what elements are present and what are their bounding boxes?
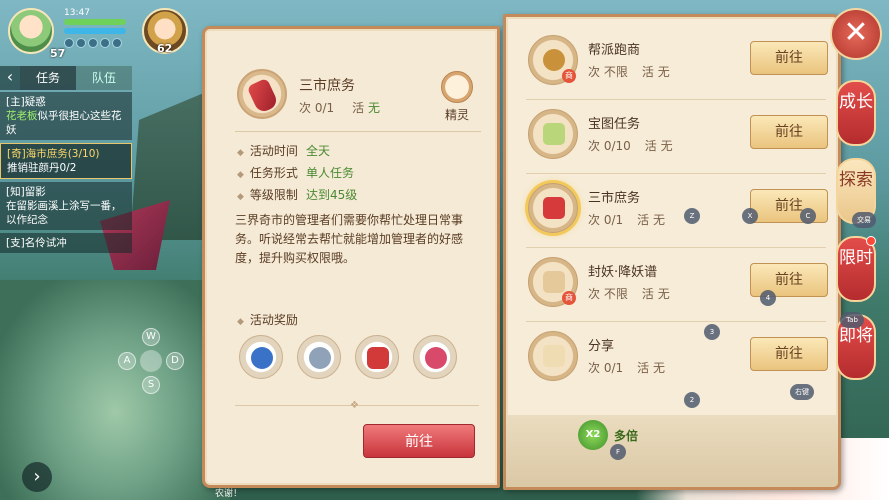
- quest-list: [主]疑惑 花老板似乎很担心这些花妖 [奇]海市庶务(3/10) 推销驻颜丹0/…: [0, 92, 132, 256]
- task-row[interactable]: 商 帮派跑商 次 不限活 无 前往: [516, 27, 832, 97]
- reward-item-icon[interactable]: [239, 335, 283, 379]
- attr-row: ◆ 活动时间 全天: [237, 144, 330, 158]
- close-icon[interactable]: ✕: [830, 8, 882, 60]
- player-level: 57: [50, 47, 66, 60]
- movement-dpad[interactable]: W A D S: [118, 328, 184, 394]
- activity-icon: [237, 69, 287, 119]
- divider: [526, 321, 826, 322]
- key-hint: 3: [704, 324, 720, 340]
- divider: [526, 99, 826, 100]
- divider: [526, 173, 826, 174]
- go-button[interactable]: 前往: [363, 424, 475, 458]
- hp-bar: [64, 19, 126, 25]
- key-hint: 4: [760, 290, 776, 306]
- multiplier-label: 多倍: [614, 429, 639, 443]
- activity-description: 三界奇市的管理者们需要你帮忙处理日常事务。听说经常去帮忙就能增加管理者的好感度，…: [235, 213, 464, 265]
- diamond-icon: ◆: [237, 192, 244, 202]
- diamond-icon: ◆: [237, 170, 244, 180]
- side-tab-growth[interactable]: 成长: [836, 80, 876, 146]
- expand-arrow-icon[interactable]: ›: [22, 462, 52, 492]
- multiplier-bar: [506, 415, 838, 487]
- key-hint: 交易: [852, 212, 876, 228]
- go-button[interactable]: 前往: [750, 41, 828, 75]
- pet-level: 62: [157, 42, 173, 55]
- quest-tabs: ‹ 任务 队伍: [0, 66, 132, 90]
- clock: 13:47: [64, 8, 90, 18]
- diamond-icon: ◆: [237, 148, 244, 158]
- task-row[interactable]: 宝图任务 次 0/10 活 无 前往: [516, 101, 832, 171]
- attr-row: ◆ 任务形式 单人任务: [237, 166, 354, 180]
- spirit-icon: [441, 71, 473, 103]
- tab-task[interactable]: 任务: [20, 66, 76, 90]
- buff-dots: [64, 38, 122, 48]
- dpad-up[interactable]: W: [142, 328, 160, 346]
- player-avatar[interactable]: [8, 8, 54, 54]
- task-row[interactable]: 商 封妖·降妖谱 次 不限活 无 前往: [516, 249, 832, 319]
- key-hint: 2: [684, 392, 700, 408]
- reward-item-icon[interactable]: [297, 335, 341, 379]
- collapse-arrow-icon[interactable]: ‹: [0, 66, 20, 90]
- activity-attributes: ◆ 活动时间 全天 ◆ 任务形式 单人任务 ◆ 等级限制 达到45级: [237, 141, 357, 207]
- tab-team[interactable]: 队伍: [76, 66, 132, 90]
- task-row[interactable]: 分享 次 0/1 活 无 前往: [516, 323, 832, 393]
- key-hint: Tab: [840, 312, 864, 328]
- divider: [235, 131, 481, 132]
- activity-detail-panel: 三市庶务 次 0/1 活 无 精灵 ◆ 活动时间 全天 ◆ 任务形式 单人任务 ◆ 等级限制…: [202, 26, 500, 488]
- share-scroll-icon: [528, 331, 578, 381]
- task-row-selected[interactable]: 三市庶务 次 0/1 活 无 前往: [516, 175, 832, 245]
- reward-item-icon[interactable]: [413, 335, 457, 379]
- attr-row: ◆ 等级限制 达到45级: [237, 188, 358, 202]
- pouch-icon: [528, 183, 578, 233]
- activity-meta: 次 0/1 活 无: [299, 101, 381, 115]
- badge: 商: [562, 69, 576, 83]
- reward-list: [239, 335, 457, 379]
- dpad-left[interactable]: A: [118, 352, 136, 370]
- key-hint: C: [800, 208, 816, 224]
- diamond-icon: ◆: [237, 317, 244, 327]
- quest-item[interactable]: [知]留影 在留影画溪上涂写一番，以作纪念: [0, 182, 132, 230]
- go-button[interactable]: 前往: [750, 189, 828, 223]
- reward-title: ◆ 活动奖励: [237, 313, 298, 327]
- mp-bar: [64, 28, 126, 34]
- key-hint: Z: [684, 208, 700, 224]
- ornament-divider: ❖: [235, 400, 479, 415]
- badge: 商: [562, 291, 576, 305]
- key-hint: 右键: [790, 384, 814, 400]
- divider: [526, 247, 826, 248]
- activity-title: 三市庶务: [299, 78, 355, 94]
- key-hint: F: [610, 444, 626, 460]
- dpad-down[interactable]: S: [142, 376, 160, 394]
- go-button[interactable]: 前往: [750, 337, 828, 371]
- notification-dot: [866, 236, 876, 246]
- key-hint: X: [742, 208, 758, 224]
- multiplier-icon[interactable]: X2: [578, 420, 608, 450]
- dpad-right[interactable]: D: [166, 352, 184, 370]
- activity-list-panel: 商 帮派跑商 次 不限活 无 前往 宝图任务 次 0/10 活 无 前往 三市庶务…: [503, 14, 841, 490]
- dpad-center: [140, 350, 162, 372]
- quest-item[interactable]: [主]疑惑 花老板似乎很担心这些花妖: [0, 92, 132, 140]
- spirit-helper-button[interactable]: 精灵: [437, 71, 477, 123]
- treasure-map-icon: [528, 109, 578, 159]
- go-button[interactable]: 前往: [750, 115, 828, 149]
- quest-item[interactable]: [支]名伶试冲: [0, 233, 132, 253]
- reward-item-icon[interactable]: [355, 335, 399, 379]
- quest-item-selected[interactable]: [奇]海市庶务(3/10) 推销驻颜丹0/2: [0, 143, 132, 179]
